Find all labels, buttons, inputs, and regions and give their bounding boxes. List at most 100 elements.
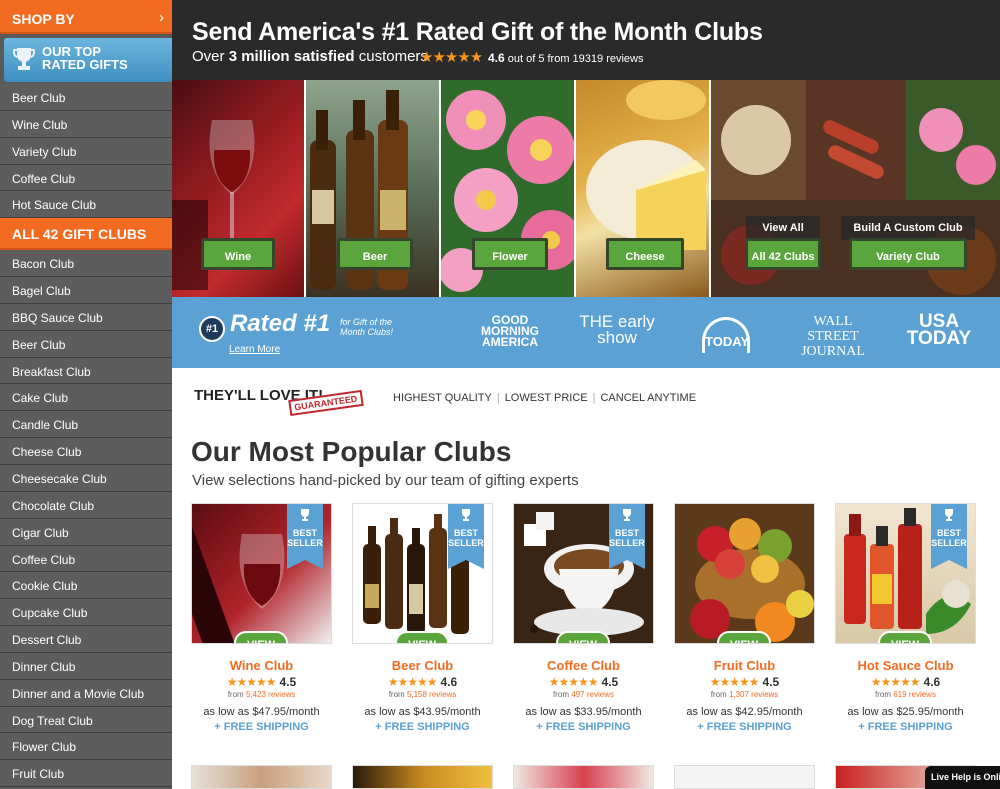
product-name[interactable]: Coffee Club xyxy=(513,658,654,673)
view-button[interactable]: VIEW xyxy=(234,631,288,643)
product-card-row2-3[interactable] xyxy=(513,765,654,789)
sidebar-item-cheese-club[interactable]: Cheese Club xyxy=(0,438,172,465)
sidebar-item-cookie-club[interactable]: Cookie Club xyxy=(0,572,172,600)
sidebar-item-candle-club[interactable]: Candle Club xyxy=(0,411,172,439)
product-card-coffee[interactable]: BESTSELLER VIEW Coffee Club ★★★★★4.5 fro… xyxy=(513,503,654,733)
seller-text: SELLER xyxy=(609,538,645,548)
sidebar-item-chocolate-club[interactable]: Chocolate Club xyxy=(0,491,172,519)
seller-text: SELLER xyxy=(287,538,323,548)
review-count-link[interactable]: 5,158 reviews xyxy=(407,690,456,699)
variety-club-tile-button[interactable]: Variety Club xyxy=(849,238,967,270)
review-count-link[interactable]: 619 reviews xyxy=(893,690,936,699)
sidebar-item-cake-club[interactable]: Cake Club xyxy=(0,384,172,412)
product-image[interactable]: BESTSELLER VIEW xyxy=(191,503,332,644)
tile-variety-collage[interactable]: View All All 42 Clubs Build A Custom Clu… xyxy=(711,80,1000,297)
sidebar-item-dessert-club[interactable]: Dessert Club xyxy=(0,626,172,653)
view-button[interactable]: VIEW xyxy=(878,631,932,643)
product-name[interactable]: Fruit Club xyxy=(674,658,815,673)
best-seller-text: BEST SELLER xyxy=(287,528,323,548)
review-count-link[interactable]: 1,307 reviews xyxy=(729,690,778,699)
sidebar-item-dinner-club[interactable]: Dinner Club xyxy=(0,652,172,680)
live-help-button[interactable]: Live Help is Online xyxy=(925,766,1000,789)
beer-tile-button[interactable]: Beer xyxy=(337,238,413,270)
quality-list: HIGHEST QUALITY | LOWEST PRICE | CANCEL ANYT… xyxy=(393,392,696,404)
hero-sub-prefix: Over xyxy=(192,48,229,65)
tile-flower[interactable]: Flower xyxy=(441,80,576,297)
best-seller-text: BEST SELLER xyxy=(931,528,967,548)
view-button[interactable]: VIEW xyxy=(556,631,610,643)
sidebar-item-beer-club-2[interactable]: Beer Club xyxy=(0,330,172,358)
trophy-icon xyxy=(623,509,631,521)
best-seller-text: BEST SELLER xyxy=(609,528,645,548)
product-card-row2-1[interactable] xyxy=(191,765,332,789)
product-image[interactable]: BESTSELLER VIEW xyxy=(835,503,976,644)
product-card-beer[interactable]: BESTSELLER VIEW Beer Club ★★★★★4.6 from … xyxy=(352,503,493,733)
sidebar-item-beer-club[interactable]: Beer Club xyxy=(0,84,172,111)
sidebar-item-hot-sauce-club[interactable]: Hot Sauce Club xyxy=(0,191,172,219)
from-label: from xyxy=(875,690,894,699)
tile-wine[interactable]: Wine xyxy=(172,80,306,297)
product-card-fruit[interactable]: VIEW Fruit Club ★★★★★4.5 from 1,307 revi… xyxy=(674,503,815,733)
shop-by-header[interactable]: SHOP BY › xyxy=(0,0,172,34)
all-clubs-tile-button[interactable]: All 42 Clubs xyxy=(745,238,821,270)
sidebar-item-bbq-sauce-club[interactable]: BBQ Sauce Club xyxy=(0,303,172,331)
view-button[interactable]: VIEW xyxy=(717,631,771,643)
review-count: from 5,423 reviews xyxy=(191,690,332,699)
sidebar-item-flower-club[interactable]: Flower Club xyxy=(0,733,172,761)
review-count: from 5,158 reviews xyxy=(352,690,493,699)
tile-cheese[interactable]: Cheese xyxy=(576,80,711,297)
view-button[interactable]: VIEW xyxy=(395,631,449,643)
product-image[interactable]: VIEW xyxy=(674,503,815,644)
sidebar-item-cigar-club[interactable]: Cigar Club xyxy=(0,518,172,546)
sidebar-item-fruit-club[interactable]: Fruit Club xyxy=(0,760,172,788)
star-rating-icon: ★★★★★ xyxy=(387,675,438,689)
sidebar-item-bagel-club[interactable]: Bagel Club xyxy=(0,277,172,304)
product-card-row2-2[interactable] xyxy=(352,765,493,789)
sidebar-item-coffee-club[interactable]: Coffee Club xyxy=(0,164,172,192)
review-count-link[interactable]: 5,423 reviews xyxy=(246,690,295,699)
cheese-tile-button[interactable]: Cheese xyxy=(606,238,684,270)
wine-tile-button[interactable]: Wine xyxy=(201,238,275,270)
sidebar-item-variety-club[interactable]: Variety Club xyxy=(0,137,172,165)
chevron-right-icon: › xyxy=(159,9,164,26)
number-one-badge-icon: #1 xyxy=(199,316,225,342)
sidebar-item-coffee-club-2[interactable]: Coffee Club xyxy=(0,545,172,573)
quality-cancel: CANCEL ANYTIME xyxy=(600,392,697,404)
sidebar-item-dog-treat-club[interactable]: Dog Treat Club xyxy=(0,706,172,734)
product-image[interactable]: BESTSELLER VIEW xyxy=(513,503,654,644)
flower-tile-button[interactable]: Flower xyxy=(472,238,548,270)
free-shipping: + FREE SHIPPING xyxy=(214,721,309,733)
fruit-product-image xyxy=(690,518,814,642)
product-card-hot-sauce[interactable]: BESTSELLER VIEW Hot Sauce Club ★★★★★4.6 … xyxy=(835,503,976,733)
sidebar-item-cupcake-club[interactable]: Cupcake Club xyxy=(0,599,172,627)
product-image[interactable]: BESTSELLER VIEW xyxy=(352,503,493,644)
popular-clubs-title: Our Most Popular Clubs xyxy=(191,436,512,467)
top-rated-line-2: RATED GIFTS xyxy=(42,57,128,72)
best-seller-badge: BEST SELLER xyxy=(448,504,484,569)
rating-value: 4.6 xyxy=(440,675,458,689)
popular-clubs-subtitle: View selections hand-picked by our team … xyxy=(192,472,579,489)
hero-rating-rest: out of 5 from 19319 reviews xyxy=(504,53,644,65)
all-gift-clubs-header[interactable]: ALL 42 GIFT CLUBS xyxy=(0,218,172,251)
product-card-row2-4[interactable] xyxy=(674,765,815,789)
view-all-label: View All xyxy=(746,216,820,240)
sidebar-item-dinner-and-a-movie-club[interactable]: Dinner and a Movie Club xyxy=(0,679,172,707)
sidebar-item-cheesecake-club[interactable]: Cheesecake Club xyxy=(0,464,172,492)
product-rating: ★★★★★ 4.6 xyxy=(352,675,493,689)
free-shipping: + FREE SHIPPING xyxy=(697,721,792,733)
trophy-icon xyxy=(301,509,309,521)
tile-beer[interactable]: Beer xyxy=(306,80,441,297)
product-card-wine[interactable]: BESTSELLER VIEW Wine Club ★★★★★4.5 from … xyxy=(191,503,332,733)
product-name[interactable]: Wine Club xyxy=(191,658,332,673)
sidebar-item-wine-club[interactable]: Wine Club xyxy=(0,110,172,138)
top-rated-gifts-button[interactable]: OUR TOP RATED GIFTS xyxy=(4,38,172,82)
sidebar-item-breakfast-club[interactable]: Breakfast Club xyxy=(0,357,172,385)
best-seller-text: BEST SELLER xyxy=(448,528,484,548)
quality-highest: HIGHEST QUALITY xyxy=(393,392,492,404)
review-count-link[interactable]: 497 reviews xyxy=(571,690,614,699)
product-name[interactable]: Beer Club xyxy=(352,658,493,673)
learn-more-link[interactable]: Learn More xyxy=(229,344,280,355)
hero-rating-value: 4.6 xyxy=(488,51,505,65)
sidebar-item-bacon-club[interactable]: Bacon Club xyxy=(0,250,172,278)
product-name[interactable]: Hot Sauce Club xyxy=(835,658,976,673)
